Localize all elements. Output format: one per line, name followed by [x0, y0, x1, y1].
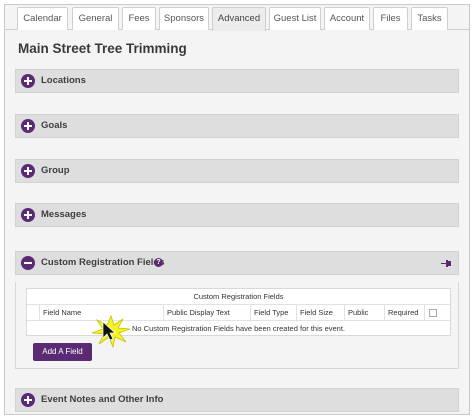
column-header-field-type: Field Type: [250, 305, 296, 321]
tab-fees[interactable]: Fees: [122, 7, 156, 30]
add-field-button[interactable]: Add A Field: [33, 343, 92, 361]
tab-advanced[interactable]: Advanced: [212, 7, 266, 31]
tab-account[interactable]: Account: [324, 7, 370, 30]
tab-tasks[interactable]: Tasks: [411, 7, 448, 30]
plus-circle-icon[interactable]: [21, 208, 35, 222]
section-label: Goals: [41, 120, 68, 131]
column-header-field-size: Field Size: [296, 305, 344, 321]
section-messages[interactable]: Messages: [15, 203, 459, 227]
tab-general[interactable]: General: [72, 7, 119, 30]
tab-calendar[interactable]: Calendar: [17, 7, 68, 30]
header-spacer: [27, 305, 39, 321]
column-header-public: Public: [344, 305, 384, 321]
plus-circle-icon[interactable]: [21, 164, 35, 178]
section-label: Group: [41, 165, 70, 176]
plus-circle-icon[interactable]: [21, 74, 35, 88]
event-editor-frame: Calendar General Fees Sponsors Advanced …: [4, 4, 470, 415]
cursor-click-icon: [91, 314, 131, 348]
custom-fields-panel: Custom Registration Fields Field Name Pu…: [15, 282, 459, 369]
tab-files[interactable]: Files: [373, 7, 408, 30]
page-title: Main Street Tree Trimming: [18, 41, 187, 56]
column-header-required: Required: [384, 305, 424, 321]
help-icon[interactable]: ?: [154, 258, 163, 267]
section-event-notes[interactable]: Event Notes and Other Info: [15, 388, 459, 412]
tab-bar: Calendar General Fees Sponsors Advanced …: [5, 5, 469, 31]
section-label: Locations: [41, 75, 86, 86]
section-goals[interactable]: Goals: [15, 114, 459, 138]
pin-icon[interactable]: [441, 260, 451, 267]
column-header-public-display-text: Public Display Text: [163, 305, 250, 321]
plus-circle-icon[interactable]: [21, 119, 35, 133]
section-custom-registration-fields[interactable]: Custom Registration Fields ?: [15, 251, 459, 275]
section-group[interactable]: Group: [15, 159, 459, 183]
select-all-checkbox[interactable]: [429, 309, 437, 317]
section-label: Messages: [41, 209, 87, 220]
minus-circle-icon[interactable]: [21, 256, 35, 270]
section-locations[interactable]: Locations: [15, 69, 459, 93]
table-caption: Custom Registration Fields: [27, 289, 450, 305]
section-label: Event Notes and Other Info: [41, 394, 164, 405]
column-header-select: [424, 305, 450, 321]
tab-guest-list[interactable]: Guest List: [269, 7, 321, 30]
plus-circle-icon[interactable]: [21, 393, 35, 407]
tab-sponsors[interactable]: Sponsors: [159, 7, 209, 30]
section-label: Custom Registration Fields: [41, 257, 165, 268]
